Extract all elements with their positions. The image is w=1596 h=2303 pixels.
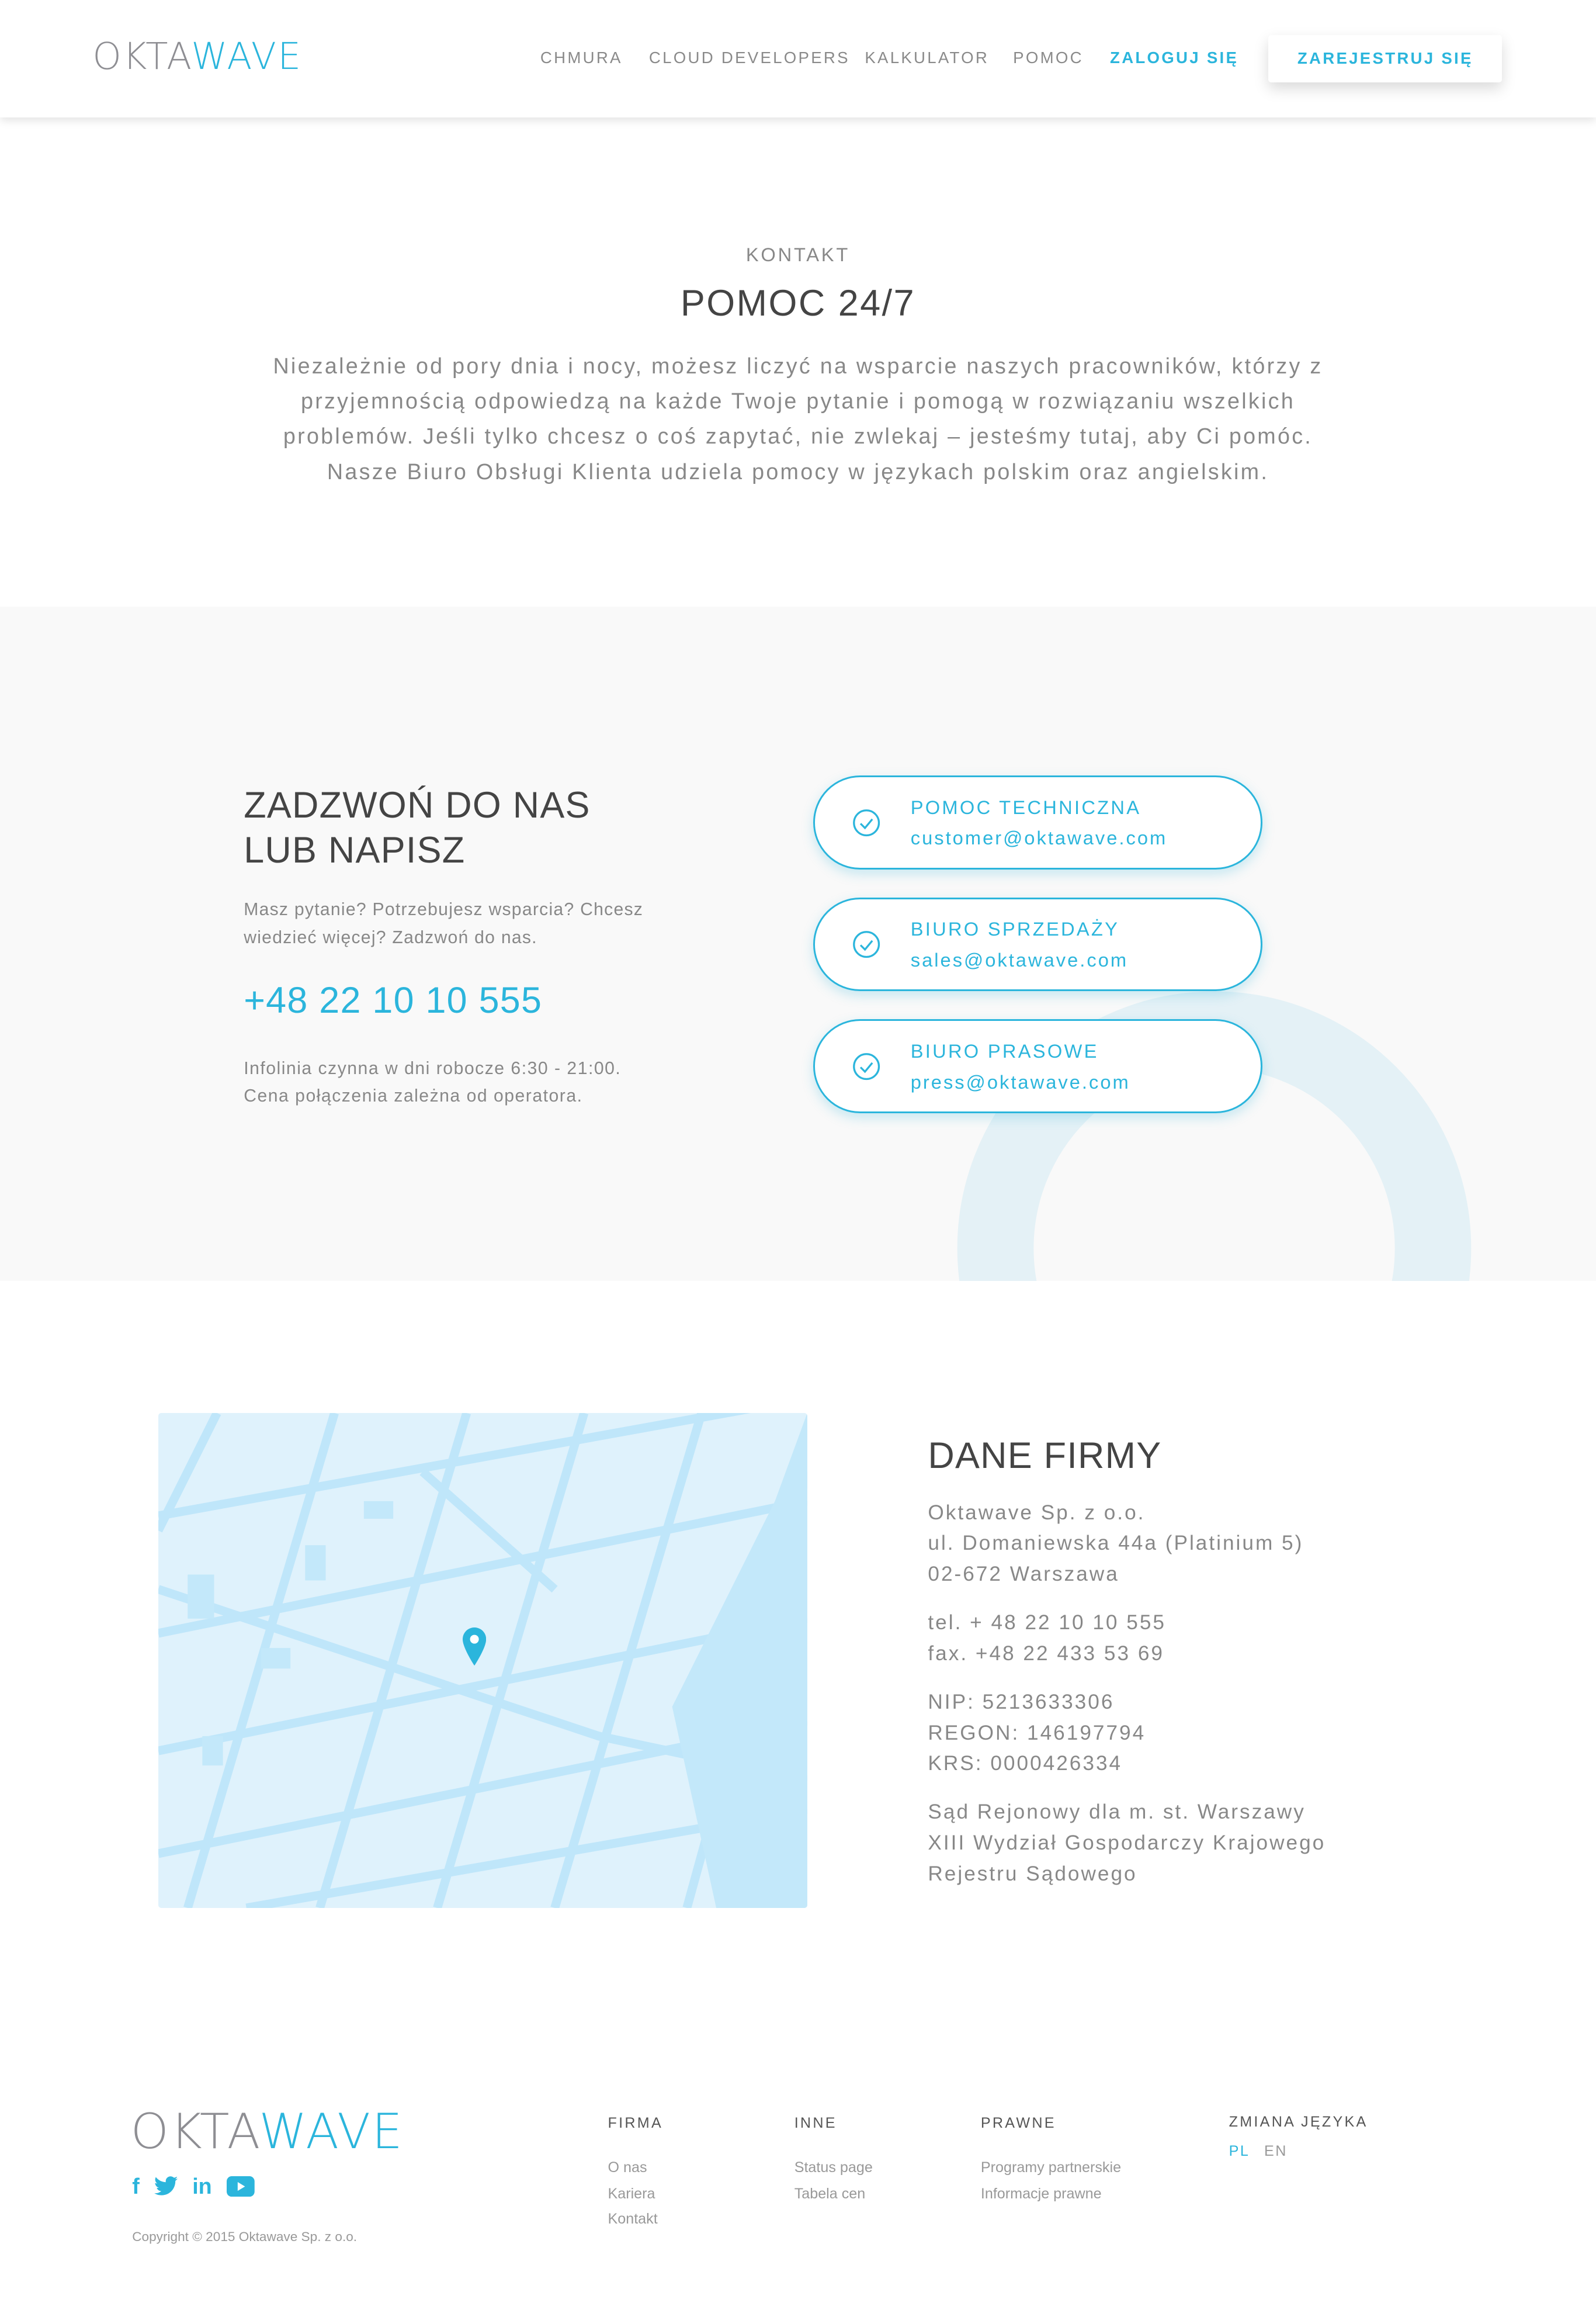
footer-link-informacje[interactable]: Informacje prawne [981,2186,1102,2202]
nav-pomoc[interactable]: POMOC [1013,49,1084,67]
contact-card-press[interactable]: BIURO PRASOWE press@oktawave.com [813,1019,1263,1114]
logo[interactable]: OKTAWAVE [92,35,302,78]
phone-number[interactable]: +48 22 10 10 555 [244,979,542,1021]
intro-text: Niezależnie od pory dnia i nocy, możesz … [273,353,1323,484]
nav-chmura[interactable]: CHMURA [540,49,623,67]
youtube-icon[interactable] [226,2176,255,2197]
footer-heading-prawne: PRAWNE [980,2115,1056,2132]
language-pl[interactable]: PL [1229,2143,1250,2160]
email-link[interactable]: press@oktawave.com [911,1071,1130,1093]
linkedin-icon[interactable]: in [192,2174,212,2199]
map-pin-icon[interactable] [462,1627,486,1666]
footer-heading-firma: FIRMA [608,2115,663,2132]
footer-link-kariera[interactable]: Kariera [608,2186,655,2202]
contact-desc: Masz pytanie? Potrzebujesz wsparcia? Chc… [244,900,644,947]
footer-link-tabela-cen[interactable]: Tabela cen [794,2186,866,2202]
check-circle-icon [853,931,880,958]
company-details: DANE FIRMY Oktawave Sp. z o.o. ul. Domani… [928,1435,1326,1885]
twitter-icon[interactable] [154,2176,178,2197]
copyright: Copyright © 2015 Oktawave Sp. z o.o. [132,2229,358,2245]
hotline-info: Infolinia czynna w dni robocze 6:30 - 21… [244,1058,622,1106]
map[interactable] [158,1412,808,1908]
footer-logo[interactable]: OKTAWAVE [131,2103,404,2160]
footer-heading-language: ZMIANA JĘZYKA [1229,2113,1368,2130]
nav-cloud-developers[interactable]: CLOUD DEVELOPERS [649,49,850,67]
check-circle-icon [853,809,880,836]
section-eyebrow: KONTAKT [745,244,851,266]
contact-section: ZADZWOŃ DO NAS LUB NAPISZ Masz pytanie? … [0,606,1596,1281]
language-en[interactable]: EN [1264,2143,1288,2160]
footer-link-status[interactable]: Status page [794,2159,873,2176]
footer-link-kontakt[interactable]: Kontakt [608,2211,658,2228]
contact-card-support[interactable]: POMOC TECHNICZNA customer@oktawave.com [813,775,1263,870]
register-button[interactable]: ZAREJESTRUJ SIĘ [1268,35,1503,82]
contact-title: ZADZWOŃ DO NAS LUB NAPISZ [244,784,591,871]
company-title: DANE FIRMY [928,1435,1162,1477]
footer-link-o-nas[interactable]: O nas [608,2159,647,2176]
nav-kalkulator[interactable]: KALKULATOR [865,49,989,67]
footer-heading-inne: INNE [794,2115,837,2132]
login-link[interactable]: ZALOGUJ SIĘ [1110,49,1238,67]
email-link[interactable]: sales@oktawave.com [911,949,1128,971]
check-circle-icon [853,1053,880,1080]
page-title: POMOC 24/7 [680,282,916,324]
facebook-icon[interactable]: f [132,2174,140,2199]
header: OKTAWAVE CHMURA CLOUD DEVELOPERS KALKULA… [0,0,1596,118]
email-link[interactable]: customer@oktawave.com [911,827,1168,849]
social-links: f in [132,2174,255,2199]
decorative-ring [957,991,1472,1281]
footer-link-programy[interactable]: Programy partnerskie [981,2159,1121,2176]
contact-card-sales[interactable]: BIURO SPRZEDAŻY sales@oktawave.com [813,897,1263,992]
